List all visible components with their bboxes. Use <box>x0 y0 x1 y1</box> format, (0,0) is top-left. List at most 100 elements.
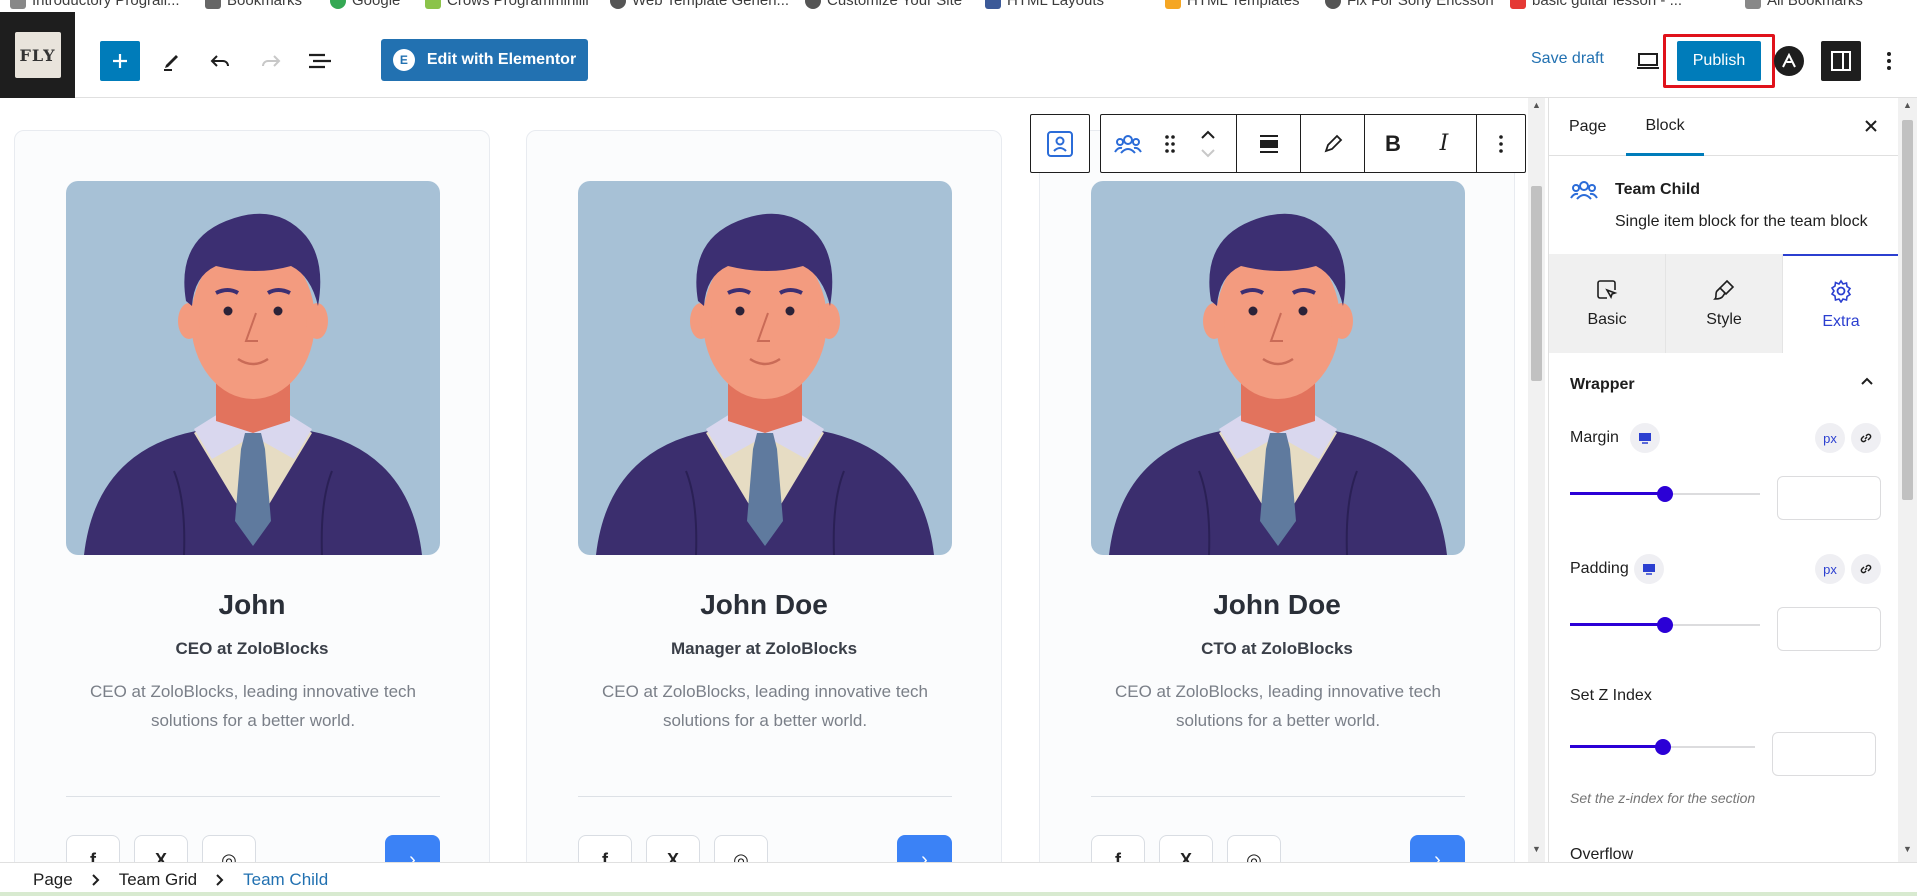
bookmark-item[interactable]: Google <box>330 0 400 9</box>
globe-icon <box>1325 0 1341 9</box>
profile-arrow-button[interactable]: › <box>897 835 952 862</box>
tab-style[interactable]: Style <box>1666 254 1783 353</box>
redo-button[interactable] <box>256 46 286 76</box>
chevron-up-icon[interactable] <box>1200 130 1216 140</box>
responsive-device-button[interactable] <box>1634 554 1664 584</box>
align-button[interactable] <box>1237 115 1300 172</box>
sidebar-icon <box>1831 51 1851 71</box>
sidebar-scrollbar[interactable]: ▲ ▼ <box>1898 98 1917 862</box>
options-menu-button[interactable] <box>1874 46 1904 76</box>
instagram-link[interactable]: ◎ <box>714 835 768 862</box>
breadcrumb-page[interactable]: Page <box>33 870 73 890</box>
scroll-down-arrow[interactable]: ▼ <box>1528 842 1545 856</box>
tab-basic[interactable]: Basic <box>1549 254 1666 353</box>
team-member-role: CTO at ZoloBlocks <box>1201 639 1353 658</box>
bookmark-item[interactable]: HTML Templates <box>1165 0 1300 9</box>
team-card[interactable]: John Doe Manager at ZoloBlocks CEO at Zo… <box>526 130 1002 862</box>
scroll-up-arrow[interactable]: ▲ <box>1899 98 1916 112</box>
chevron-down-icon[interactable] <box>1200 148 1216 158</box>
x-link[interactable]: X <box>1159 835 1213 862</box>
tab-block[interactable]: Block <box>1626 98 1704 156</box>
preview-button[interactable] <box>1633 46 1663 76</box>
list-view-icon <box>309 53 331 69</box>
profile-arrow-button[interactable]: › <box>1410 835 1465 862</box>
undo-button[interactable] <box>205 46 235 76</box>
bookmark-item[interactable]: Crows Programminiiii <box>425 0 589 9</box>
move-buttons[interactable] <box>1185 115 1231 172</box>
grid-icon <box>985 0 1001 9</box>
breadcrumb-team-child[interactable]: Team Child <box>243 870 328 890</box>
padding-value-input[interactable] <box>1777 607 1881 651</box>
canvas-scrollbar[interactable]: ▲ ▼ <box>1528 98 1545 862</box>
wrapper-section-title[interactable]: Wrapper <box>1570 376 1635 394</box>
bookmark-item[interactable]: Fix For Sony Ericsson <box>1325 0 1494 9</box>
canvas-scroll-thumb[interactable] <box>1531 186 1542 381</box>
margin-slider[interactable] <box>1570 484 1760 504</box>
slider-knob[interactable] <box>1657 486 1673 502</box>
team-card-selected[interactable]: John Doe CTO at ZoloBlocks CEO at ZoloBl… <box>1039 130 1515 862</box>
breadcrumb-team-grid[interactable]: Team Grid <box>119 870 197 890</box>
desktop-icon <box>1637 53 1659 69</box>
facebook-link[interactable]: f <box>578 835 632 862</box>
chevron-up-icon[interactable] <box>1859 373 1875 389</box>
tab-page[interactable]: Page <box>1569 98 1606 156</box>
card-divider <box>578 796 952 797</box>
italic-button[interactable]: I <box>1421 115 1467 172</box>
margin-label: Margin <box>1570 429 1619 446</box>
slider-knob[interactable] <box>1655 739 1671 755</box>
margin-value-input[interactable] <box>1777 476 1881 520</box>
edit-tools-button[interactable] <box>157 46 187 76</box>
instagram-link[interactable]: ◎ <box>1227 835 1281 862</box>
bookmark-item[interactable]: All Bookmarks <box>1745 0 1863 9</box>
publish-button[interactable]: Publish <box>1677 41 1761 81</box>
facebook-link[interactable]: f <box>1091 835 1145 862</box>
tab-extra[interactable]: Extra <box>1783 254 1898 353</box>
highlight-button[interactable] <box>1301 115 1364 172</box>
bookmark-item[interactable]: Bookmarks <box>205 0 302 9</box>
edit-with-elementor-button[interactable]: E Edit with Elementor <box>381 39 588 81</box>
padding-unit-selector[interactable]: px <box>1815 554 1845 584</box>
sidebar-scroll-thumb[interactable] <box>1902 120 1913 500</box>
x-link[interactable]: X <box>646 835 700 862</box>
add-block-button[interactable] <box>100 41 140 81</box>
block-card: Team Child Single item block for the tea… <box>1549 156 1898 252</box>
bold-button[interactable]: B <box>1365 115 1421 172</box>
x-link[interactable]: X <box>134 835 188 862</box>
site-logo[interactable]: FLY <box>0 12 75 98</box>
slider-knob[interactable] <box>1657 617 1673 633</box>
bookmark-item[interactable]: Web Template Generi... <box>610 0 789 9</box>
drag-handle[interactable] <box>1155 115 1185 172</box>
elementor-button-label: Edit with Elementor <box>426 51 577 68</box>
save-draft-button[interactable]: Save draft <box>1531 50 1604 68</box>
facebook-link[interactable]: f <box>66 835 120 862</box>
team-card[interactable]: John CEO at ZoloBlocks CEO at ZoloBlocks… <box>14 130 490 862</box>
bookmark-item[interactable]: HTML Layouts <box>985 0 1104 9</box>
bookmark-item[interactable]: Introductory Prograll... <box>10 0 180 9</box>
logo-image: FLY <box>14 32 61 78</box>
more-group <box>1477 115 1525 172</box>
z-index-input[interactable] <box>1772 732 1876 776</box>
bookmark-item[interactable]: Customize Your Site <box>805 0 962 9</box>
document-overview-button[interactable] <box>305 46 335 76</box>
facebook-icon: f <box>602 850 608 862</box>
profile-arrow-button[interactable]: › <box>385 835 440 862</box>
z-index-slider[interactable] <box>1570 737 1755 757</box>
block-options-button[interactable] <box>1477 115 1525 172</box>
scroll-down-arrow[interactable]: ▼ <box>1899 842 1916 856</box>
slider-fill <box>1570 623 1665 626</box>
bookmark-item[interactable]: basic guitar lesson - ... <box>1510 0 1682 9</box>
chevron-right-icon: › <box>921 849 928 862</box>
padding-link-button[interactable] <box>1851 554 1881 584</box>
margin-link-button[interactable] <box>1851 423 1881 453</box>
block-type-button[interactable] <box>1101 115 1155 172</box>
responsive-device-button[interactable] <box>1630 423 1660 453</box>
astra-settings-button[interactable] <box>1774 46 1804 76</box>
editor-canvas: John CEO at ZoloBlocks CEO at ZoloBlocks… <box>0 98 1528 862</box>
scroll-up-arrow[interactable]: ▲ <box>1528 98 1545 112</box>
instagram-link[interactable]: ◎ <box>202 835 256 862</box>
settings-sidebar-toggle[interactable] <box>1821 41 1861 81</box>
padding-slider[interactable] <box>1570 615 1760 635</box>
select-parent-block-button[interactable] <box>1030 114 1090 173</box>
close-settings-button[interactable] <box>1857 112 1885 140</box>
margin-unit-selector[interactable]: px <box>1815 423 1845 453</box>
